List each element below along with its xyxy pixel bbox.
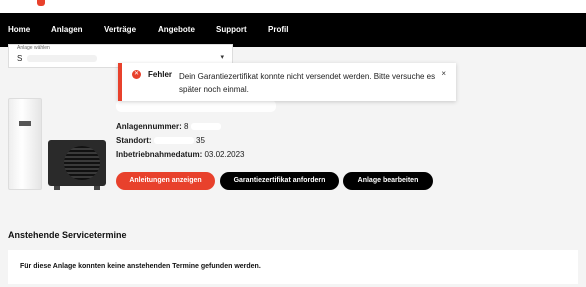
anlage-select-label: Anlage wählen [17,45,50,51]
anlagennummer-value: 8 [184,122,189,131]
inbetriebnahme-row: Inbetriebnahmedatum: 03.02.2023 [116,150,245,159]
standort-value: 35 [196,136,205,145]
indoor-unit-image [8,98,42,190]
redacted-value [190,123,221,131]
nav-home[interactable]: Home [8,13,30,47]
nav-vertraege[interactable]: Verträge [104,13,136,47]
main-navbar: Home Anlagen Verträge Angebote Support P… [0,13,586,47]
standort-row: Standort: 35 [116,136,205,145]
redacted-product-title [116,100,276,112]
service-section-title: Anstehende Servicetermine [8,230,127,240]
nav-anlagen[interactable]: Anlagen [51,13,83,47]
nav-support[interactable]: Support [216,13,247,47]
anleitungen-button[interactable]: Anleitungen anzeigen [116,172,215,190]
anlagennummer-row: Anlagennummer: 8 [116,122,221,131]
anlagennummer-label: Anlagennummer: [116,122,182,131]
standort-label: Standort: [116,136,152,145]
redacted-value [27,55,97,62]
chevron-down-icon: ▾ [220,54,224,61]
top-header-strip [0,0,586,13]
toast-message: Dein Garantiezertifikat konnte nicht ver… [179,72,436,94]
nav-profil[interactable]: Profil [268,13,288,47]
toast-title: Fehler [148,70,173,79]
product-image [8,98,108,192]
error-toast: ✕ Fehler Dein Garantiezertifikat konnte … [118,63,456,101]
close-icon[interactable]: × [441,69,446,78]
service-empty-text: Für diese Anlage konnten keine anstehend… [20,263,261,270]
anlage-select-value: S [17,54,23,63]
inbetriebnahme-label: Inbetriebnahmedatum: [116,150,203,159]
outdoor-unit-image [48,140,106,190]
redacted-value [153,137,194,145]
garantie-button[interactable]: Garantiezertifikat anfordern [220,172,339,190]
brand-logo[interactable] [37,0,45,6]
nav-angebote[interactable]: Angebote [158,13,195,47]
error-icon: ✕ [132,70,141,79]
service-empty-card: Für diese Anlage konnten keine anstehend… [8,250,578,284]
anlage-bearbeiten-button[interactable]: Anlage bearbeiten [343,172,433,190]
inbetriebnahme-value: 03.02.2023 [204,150,245,159]
